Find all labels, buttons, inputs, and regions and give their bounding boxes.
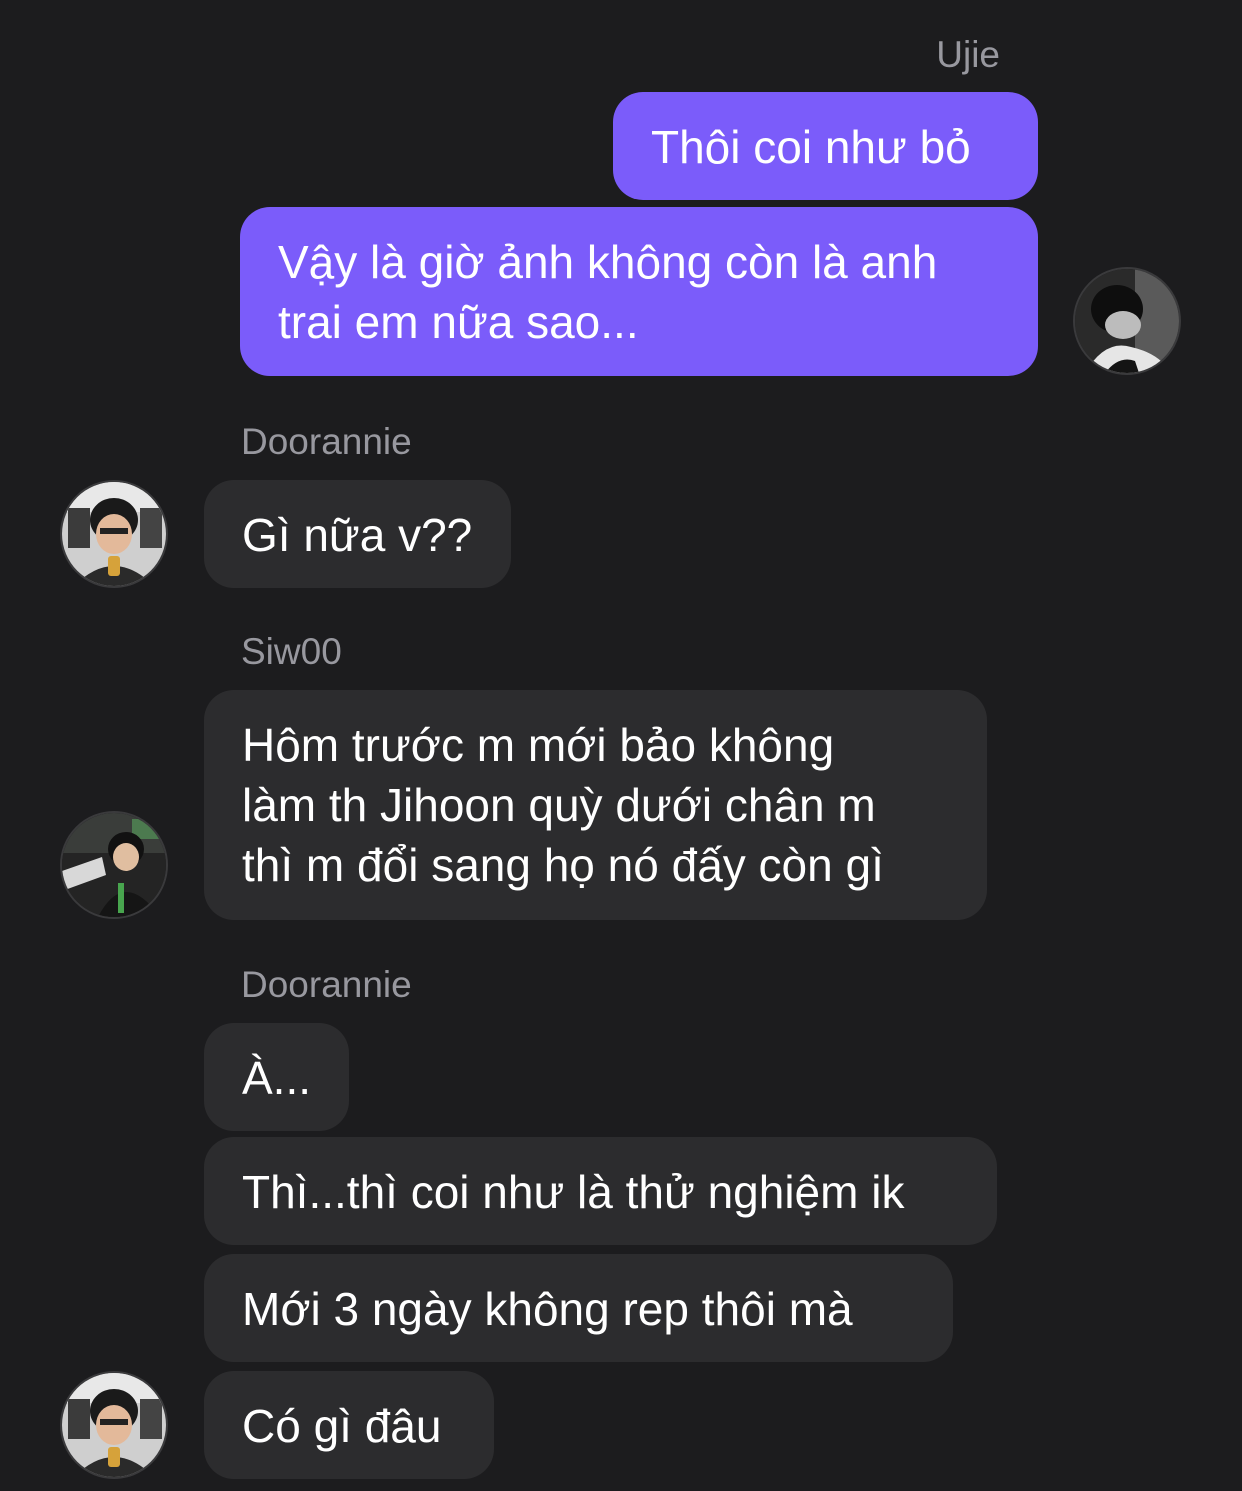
message-text: Có gì đâu bbox=[242, 1400, 442, 1452]
message-bubble-incoming[interactable]: Có gì đâu bbox=[204, 1371, 494, 1479]
avatar-siw00[interactable] bbox=[60, 811, 168, 919]
avatar-ujie[interactable] bbox=[1073, 267, 1181, 375]
message-text: Hôm trước m mới bảo không bbox=[242, 719, 835, 771]
avatar-ujie-photo-icon bbox=[1075, 269, 1179, 373]
sender-name-ujie: Ujie bbox=[936, 34, 1000, 75]
message-text: Thôi coi như bỏ bbox=[651, 121, 971, 173]
message-text: Vậy là giờ ảnh không còn là anh bbox=[278, 236, 938, 288]
message-bubble-outgoing[interactable]: Vậy là giờ ảnh không còn là anh trai em … bbox=[240, 207, 1038, 376]
message-bubble-outgoing[interactable]: Thôi coi như bỏ bbox=[613, 92, 1038, 200]
message-bubble-incoming[interactable]: Hôm trước m mới bảo không làm th Jihoon … bbox=[204, 690, 987, 920]
sender-name-siw00: Siw00 bbox=[241, 631, 342, 672]
message-text: làm th Jihoon quỳ dưới chân m bbox=[242, 779, 876, 831]
avatar-siw00-photo-icon bbox=[62, 813, 166, 917]
message-text: À... bbox=[242, 1052, 312, 1104]
message-bubble-incoming[interactable]: À... bbox=[204, 1023, 349, 1131]
message-bubble-incoming[interactable]: Gì nữa v?? bbox=[204, 480, 511, 588]
message-text: trai em nữa sao... bbox=[278, 296, 639, 348]
avatar-doorannie[interactable] bbox=[60, 480, 168, 588]
message-bubble-incoming[interactable]: Thì...thì coi như là thử nghiệm ik bbox=[204, 1137, 997, 1245]
message-text: thì m đổi sang họ nó đấy còn gì bbox=[242, 839, 884, 891]
message-text: Gì nữa v?? bbox=[242, 509, 473, 561]
avatar-doorannie[interactable] bbox=[60, 1371, 168, 1479]
sender-name-doorannie: Doorannie bbox=[241, 964, 412, 1005]
sender-name-doorannie: Doorannie bbox=[241, 421, 412, 462]
avatar-doorannie-photo-icon bbox=[62, 1373, 166, 1477]
message-text: Thì...thì coi như là thử nghiệm ik bbox=[242, 1166, 905, 1218]
message-text: Mới 3 ngày không rep thôi mà bbox=[242, 1283, 853, 1335]
message-bubble-incoming[interactable]: Mới 3 ngày không rep thôi mà bbox=[204, 1254, 953, 1362]
avatar-doorannie-photo-icon bbox=[62, 482, 166, 586]
